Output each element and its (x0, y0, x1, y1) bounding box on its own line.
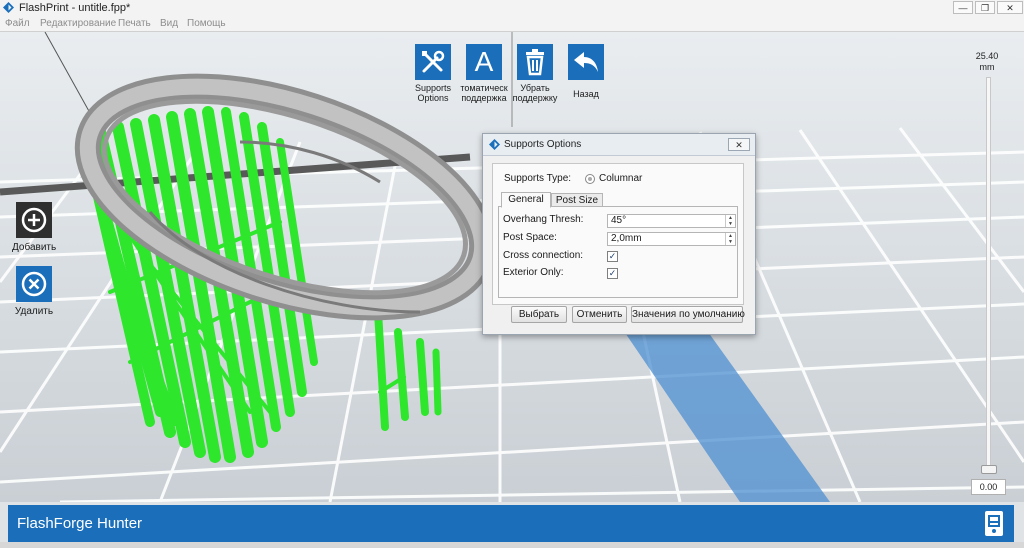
minimize-button[interactable]: — (953, 1, 973, 14)
machine-name: FlashForge Hunter (17, 515, 143, 532)
general-tab-content: Overhang Thresh: 45° ▲ ▼ Post Space: 2,0m… (498, 206, 738, 298)
cancel-button[interactable]: Отменить (572, 306, 627, 323)
select-button[interactable]: Выбрать (511, 306, 567, 323)
cross-connection-checkbox[interactable]: ✓ (607, 251, 618, 262)
plus-circle-icon (21, 207, 47, 233)
add-model-label: Добавить (12, 242, 57, 253)
layer-slider-track[interactable] (986, 77, 991, 471)
spin-arrows-icon[interactable]: ▲ ▼ (725, 215, 735, 227)
post-space-value: 2,0mm (611, 233, 642, 244)
letter-a-icon: A (474, 46, 494, 77)
dialog-app-icon (489, 139, 500, 150)
zoom-max-readout: 25.40 mm (968, 51, 1006, 73)
add-model-button[interactable]: Добавить (12, 202, 56, 253)
delete-model-button[interactable]: Удалить (12, 266, 56, 317)
dialog-titlebar[interactable]: Supports Options ✕ (483, 134, 755, 156)
window-titlebar: FlashPrint - untitle.fpp* — ❐ ✕ (0, 0, 1024, 17)
tab-general[interactable]: General (501, 192, 551, 208)
bottom-edge (0, 542, 1024, 548)
menu-view[interactable]: Вид (160, 17, 178, 30)
defaults-button[interactable]: Значения по умолчанию (631, 306, 745, 323)
delete-model-label: Удалить (14, 306, 54, 317)
zoom-max-value: 25.40 (975, 51, 999, 61)
dialog-title: Supports Options (504, 139, 582, 150)
exterior-only-checkbox[interactable]: ✓ (607, 268, 618, 279)
maximize-button[interactable]: ❐ (975, 1, 995, 14)
supports-type-label: Supports Type: (504, 173, 572, 184)
menu-print[interactable]: Печать (118, 17, 151, 30)
printer-connection-icon[interactable] (984, 510, 1004, 537)
trash-icon (526, 49, 544, 76)
post-space-spinbox[interactable]: 2,0mm ▲ ▼ (607, 232, 736, 246)
post-space-label: Post Space: (503, 232, 557, 243)
close-icon: ✕ (735, 140, 743, 150)
layer-slider-handle[interactable] (981, 465, 997, 474)
window-title: FlashPrint - untitle.fpp* (19, 2, 131, 14)
x-circle-icon (21, 271, 47, 297)
back-button[interactable]: Назад (551, 44, 621, 99)
cross-connection-label: Cross connection: (503, 250, 584, 261)
supports-options-dialog: Supports Options ✕ Supports Type: Column… (482, 133, 756, 335)
flashprint-app-icon (3, 2, 14, 13)
columnar-radio[interactable] (585, 174, 595, 184)
undo-arrow-icon (574, 52, 598, 72)
exterior-only-label: Exterior Only: (503, 267, 564, 278)
menu-bar: Файл Редактирование Печать Вид Помощь (0, 16, 1024, 32)
zoom-unit: mm (979, 62, 995, 72)
menu-file[interactable]: Файл (5, 17, 30, 30)
close-window-button[interactable]: ✕ (997, 1, 1023, 14)
dialog-panel: Supports Type: Columnar General Post Siz… (492, 163, 744, 305)
tools-icon (422, 50, 445, 73)
overhang-value: 45° (611, 215, 627, 226)
overhang-label: Overhang Thresh: (503, 214, 584, 225)
overhang-spinbox[interactable]: 45° ▲ ▼ (607, 214, 736, 228)
columnar-radio-label[interactable]: Columnar (599, 173, 642, 185)
dialog-close-button[interactable]: ✕ (728, 138, 750, 151)
status-bar: FlashForge Hunter (8, 505, 1014, 542)
menu-edit[interactable]: Редактирование (40, 17, 116, 30)
menu-help[interactable]: Помощь (187, 17, 226, 30)
spin-arrows-icon[interactable]: ▲ ▼ (725, 233, 735, 245)
layer-value-field[interactable]: 0.00 (971, 479, 1006, 495)
back-label: Назад (573, 89, 599, 99)
